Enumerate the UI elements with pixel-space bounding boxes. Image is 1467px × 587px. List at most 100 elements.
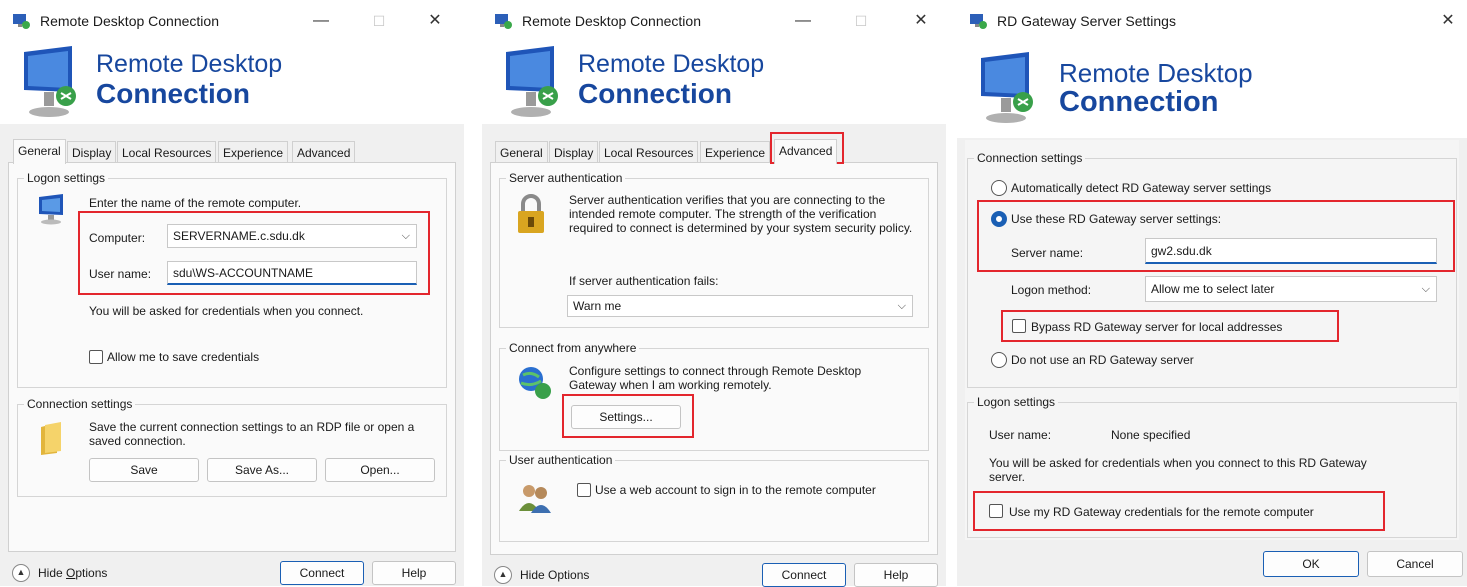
minimize-icon[interactable]: —: [788, 8, 818, 34]
tab-strip: General Display Local Resources Experien…: [495, 139, 845, 164]
hide-options-text: Hide: [38, 566, 67, 580]
auth-fails-dropdown[interactable]: Warn me ⌵: [567, 295, 913, 317]
padlock-icon: [518, 194, 544, 233]
chevron-down-icon[interactable]: ⌵: [402, 225, 410, 247]
auto-detect-radio[interactable]: [991, 180, 1007, 196]
use-these-settings-label: Use these RD Gateway server settings:: [1011, 212, 1222, 226]
tab-local-resources[interactable]: Local Resources: [599, 141, 699, 163]
hide-options-link[interactable]: Hide Options: [38, 566, 107, 580]
server-name-input[interactable]: gw2.sdu.dk: [1145, 238, 1437, 264]
logon-method-dropdown[interactable]: Allow me to select later ⌵: [1145, 276, 1437, 302]
do-not-use-label: Do not use an RD Gateway server: [1011, 353, 1194, 367]
tab-experience[interactable]: Experience: [218, 141, 289, 163]
group-title: Logon settings: [974, 395, 1059, 409]
logon-method-label: Logon method:: [1011, 283, 1092, 297]
hide-options-link[interactable]: Hide Options: [520, 568, 589, 582]
server-auth-description: Server authentication verifies that you …: [569, 193, 913, 235]
window-title: Remote Desktop Connection: [40, 13, 219, 29]
help-button[interactable]: Help: [372, 561, 456, 585]
allow-save-credentials-checkbox[interactable]: [89, 350, 103, 364]
rdc-app-icon: [970, 14, 987, 29]
hide-options-accel: O: [66, 566, 76, 580]
close-icon[interactable]: ✕: [906, 8, 936, 34]
computer-combobox[interactable]: SERVERNAME.c.sdu.dk ⌵: [167, 224, 417, 248]
banner-title-line1: Remote Desktop: [578, 50, 765, 78]
bypass-local-checkbox[interactable]: [1012, 319, 1026, 333]
close-icon[interactable]: ✕: [1433, 8, 1463, 34]
help-button[interactable]: Help: [854, 563, 938, 587]
title-bar: Remote Desktop Connection — ☐ ✕: [482, 0, 946, 42]
do-not-use-radio[interactable]: [991, 352, 1007, 368]
rdc-app-icon: [495, 14, 512, 29]
maximize-icon[interactable]: ☐: [846, 8, 876, 34]
group-title: Server authentication: [506, 171, 626, 185]
banner-title-line1: Remote Desktop: [96, 50, 283, 78]
banner-title-line2: Connection: [96, 78, 250, 109]
rdc-app-icon: [13, 14, 30, 29]
banner: Remote Desktop Connection: [0, 42, 464, 124]
window-general: Remote Desktop Connection — ☐ ✕ Remote D…: [0, 0, 464, 586]
window-title: RD Gateway Server Settings: [997, 13, 1176, 29]
window-advanced: Remote Desktop Connection — ☐ ✕ Remote D…: [482, 0, 946, 587]
tab-display[interactable]: Display: [67, 141, 117, 163]
ok-button[interactable]: OK: [1263, 551, 1359, 577]
computer-icon: [39, 194, 63, 225]
hide-options-text-end: ptions: [75, 566, 108, 580]
gateway-username-label: User name:: [989, 428, 1052, 442]
credentials-note: You will be asked for credentials when y…: [89, 304, 364, 318]
allow-save-credentials-label: Allow me to save credentials: [107, 350, 260, 364]
web-account-checkbox[interactable]: [577, 483, 591, 497]
auth-fails-value: Warn me: [573, 299, 622, 313]
banner-title-line2: Connection: [1059, 86, 1219, 118]
logon-method-value: Allow me to select later: [1151, 282, 1275, 296]
tab-general[interactable]: General: [13, 139, 66, 164]
title-bar: RD Gateway Server Settings ✕: [957, 0, 1467, 42]
save-button[interactable]: Save: [89, 458, 199, 482]
username-input[interactable]: sdu\WS-ACCOUNTNAME: [167, 261, 417, 285]
gateway-credentials-note: You will be asked for credentials when y…: [989, 456, 1367, 484]
tab-general[interactable]: General: [495, 141, 548, 163]
minimize-icon[interactable]: —: [306, 8, 336, 34]
tab-local-resources[interactable]: Local Resources: [117, 141, 217, 163]
tab-strip: General Display Local Resources Experien…: [13, 139, 363, 164]
group-title: User authentication: [506, 453, 616, 467]
folder-icon: [41, 422, 61, 455]
settings-button[interactable]: Settings...: [571, 405, 681, 429]
use-gateway-creds-label: Use my RD Gateway credentials for the re…: [1009, 505, 1314, 519]
web-account-label: Use a web account to sign in to the remo…: [595, 483, 876, 497]
cancel-button[interactable]: Cancel: [1367, 551, 1463, 577]
advanced-panel: Server authentication Server authenticat…: [490, 162, 938, 555]
use-these-settings-radio[interactable]: [991, 211, 1007, 227]
tab-display[interactable]: Display: [549, 141, 599, 163]
window-title: Remote Desktop Connection: [522, 13, 701, 29]
banner-title-line2: Connection: [578, 78, 732, 109]
username-value: sdu\WS-ACCOUNTNAME: [173, 266, 314, 280]
close-icon[interactable]: ✕: [420, 8, 450, 34]
connection-settings-group: Connection settings: [17, 397, 447, 497]
open-button[interactable]: Open...: [325, 458, 435, 482]
enter-name-label: Enter the name of the remote computer.: [89, 196, 302, 210]
save-as-button[interactable]: Save As...: [207, 458, 317, 482]
bypass-local-label: Bypass RD Gateway server for local addre…: [1031, 320, 1283, 334]
tab-advanced[interactable]: Advanced: [774, 139, 838, 164]
group-title: Connect from anywhere: [506, 341, 640, 355]
connect-button[interactable]: Connect: [280, 561, 364, 585]
tab-experience[interactable]: Experience: [700, 141, 771, 163]
group-title: Connection settings: [24, 397, 136, 411]
chevron-down-icon[interactable]: ⌵: [898, 296, 906, 316]
gateway-username-value: None specified: [1111, 428, 1191, 442]
group-title: Logon settings: [24, 171, 109, 185]
server-name-value: gw2.sdu.dk: [1151, 244, 1212, 258]
auto-detect-label: Automatically detect RD Gateway server s…: [1011, 181, 1272, 195]
tab-advanced[interactable]: Advanced: [292, 141, 356, 163]
connect-button[interactable]: Connect: [762, 563, 846, 587]
rdc-monitor-icon: [506, 46, 558, 117]
chevron-up-icon[interactable]: ▲: [12, 564, 30, 582]
rdc-monitor-icon: [981, 52, 1033, 123]
window-rd-gateway-settings: RD Gateway Server Settings ✕ Remote Desk…: [957, 0, 1467, 586]
chevron-down-icon[interactable]: ⌵: [1422, 277, 1430, 301]
computer-label: Computer:: [89, 231, 146, 245]
maximize-icon[interactable]: ☐: [364, 8, 394, 34]
use-gateway-creds-checkbox[interactable]: [989, 504, 1003, 518]
chevron-up-icon[interactable]: ▲: [494, 566, 512, 584]
